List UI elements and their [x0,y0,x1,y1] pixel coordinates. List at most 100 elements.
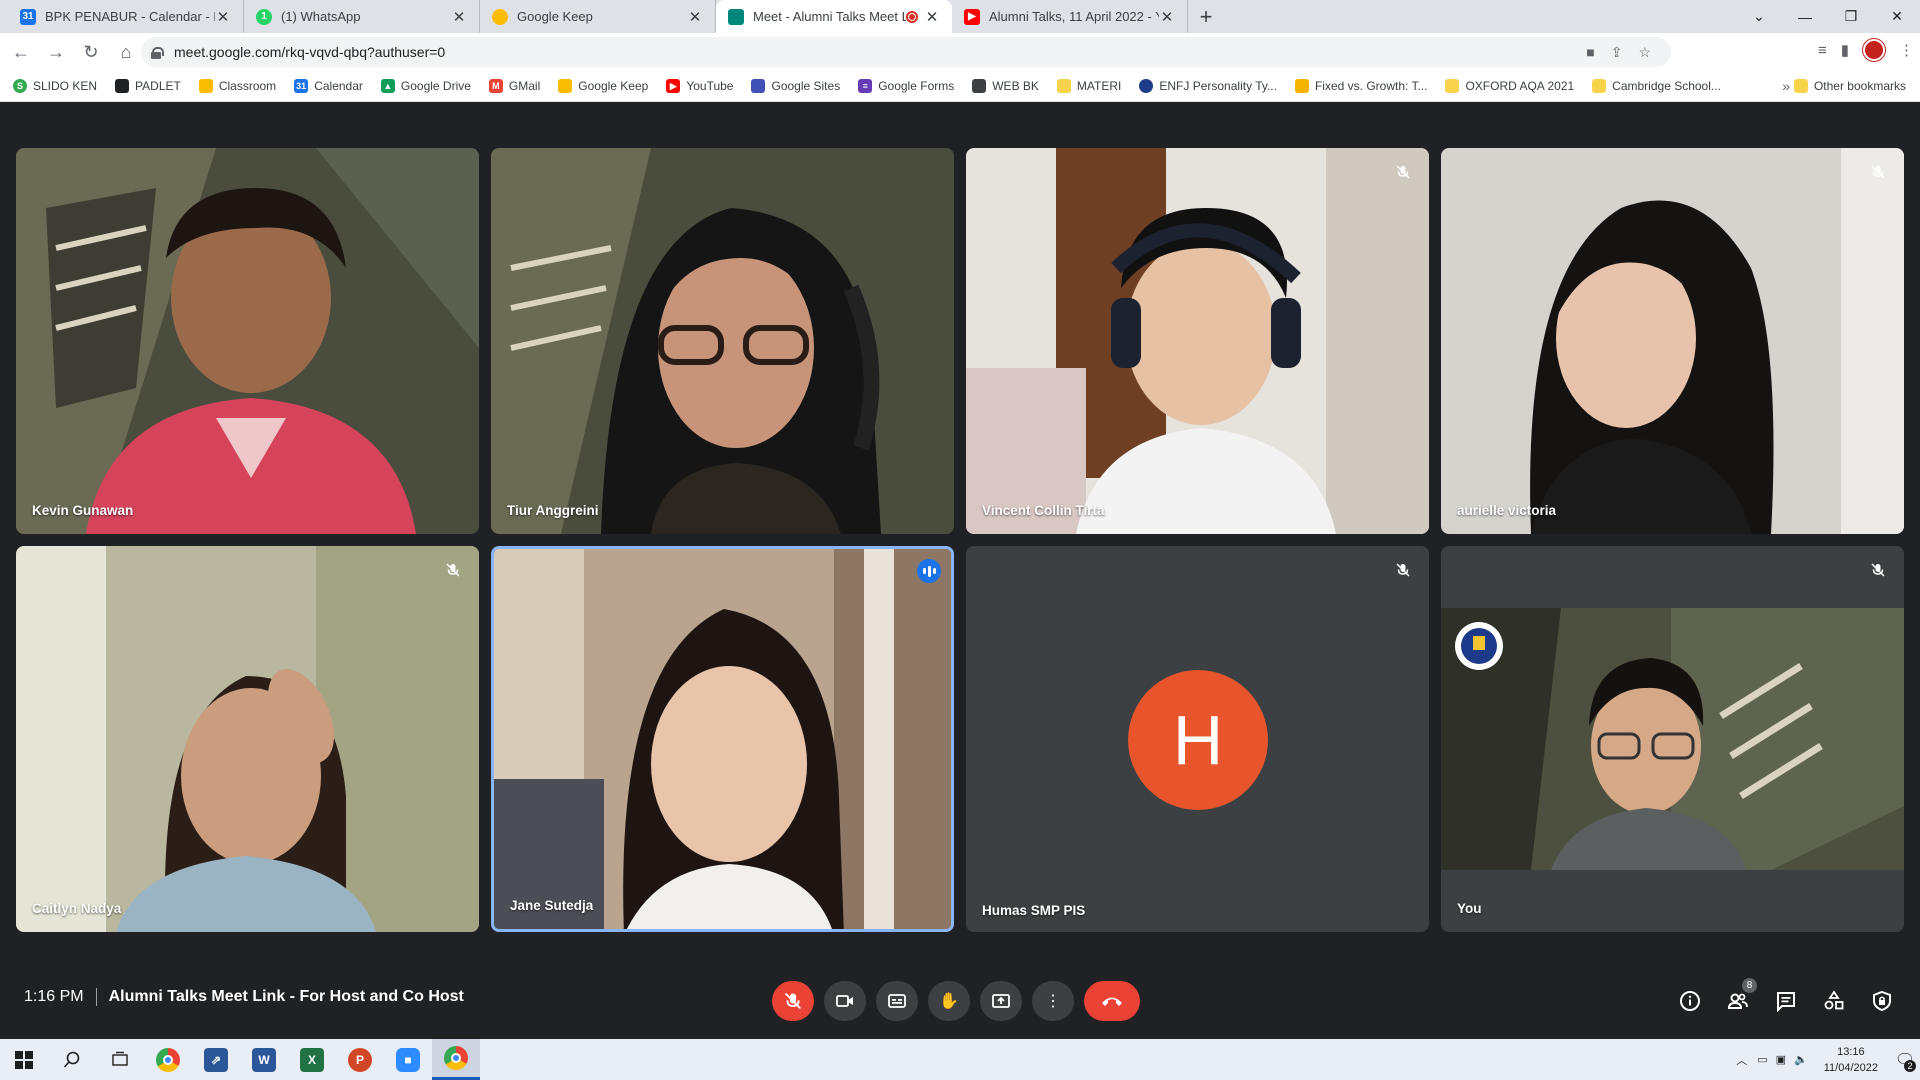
tab-youtube[interactable]: ▶ Alumni Talks, 11 April 2022 - YouTube … [952,0,1188,33]
video-feed [16,546,479,932]
reload-icon[interactable]: ↻ [77,38,105,66]
bookmark-gmail[interactable]: M GMail [488,79,540,93]
participant-name: aurielle victoria [1457,503,1557,518]
bookmark-calendar[interactable]: 31 Calendar [294,79,363,93]
close-tab-icon[interactable]: ✕ [924,8,940,26]
bookmark-materi[interactable]: MATERI [1056,79,1121,93]
tab-whatsapp[interactable]: 1 (1) WhatsApp ✕ [244,0,480,33]
leave-call-button[interactable] [1084,981,1140,1021]
forward-icon[interactable]: → [42,38,70,66]
bookmark-label: YouTube [686,79,734,93]
more-options-button[interactable]: ⋮ [1032,981,1074,1021]
gmail-icon: M [488,79,503,93]
microphone-toggle-button[interactable] [772,981,814,1021]
bookmark-label: ENFJ Personality Ty... [1159,79,1277,93]
chevron-up-icon[interactable]: ︿ [1736,1052,1747,1068]
activities-button[interactable] [1820,981,1848,1021]
bookmark-star-icon[interactable]: ☆ [1638,44,1651,61]
participant-tile[interactable]: Tiur Anggreini [491,148,954,534]
tab-calendar[interactable]: 31 BPK PENABUR - Calendar - Monday ✕ [8,0,244,33]
bookmark-youtube[interactable]: ▶ YouTube [666,79,733,93]
lock-icon [151,46,164,59]
bookmark-fixed-growth[interactable]: Fixed vs. Growth: T... [1294,79,1428,93]
bookmark-cambridge[interactable]: Cambridge School... [1592,79,1721,93]
taskbar-chrome[interactable] [144,1039,192,1080]
notifications-button[interactable]: 🗨 2 [1890,1039,1920,1080]
bookmark-google-drive[interactable]: ▲ Google Drive [380,79,471,93]
bookmark-google-keep[interactable]: Google Keep [558,79,648,93]
raise-hand-button[interactable]: ✋ [928,981,970,1021]
taskbar-chrome-active[interactable] [432,1039,480,1080]
bookmark-slido[interactable]: S SLIDO KEN [13,79,97,93]
bookmark-web-bk[interactable]: WEB BK [972,79,1039,93]
browser-menu-icon[interactable]: ⋮ [1899,41,1914,59]
divider [95,988,97,1006]
close-tab-icon[interactable]: ✕ [215,8,231,26]
people-button[interactable]: 8 [1724,977,1758,1021]
other-bookmarks[interactable]: Other bookmarks [1793,79,1906,93]
excel-icon: X [300,1047,324,1072]
taskbar-zoom[interactable]: ■ [384,1039,432,1080]
bookmark-oxford[interactable]: OXFORD AQA 2021 [1445,79,1574,93]
share-icon[interactable]: ⇪ [1611,44,1623,61]
task-view-button[interactable] [96,1039,144,1080]
more-bookmarks-button[interactable]: » [1782,78,1790,94]
bookmark-enfj[interactable]: ENFJ Personality Ty... [1139,79,1277,93]
home-icon[interactable]: ⌂ [112,38,140,66]
folder-icon [1793,79,1808,93]
captions-button[interactable] [876,981,918,1021]
bookmark-google-sites[interactable]: Google Sites [751,79,840,93]
participant-tile-self[interactable]: You [1441,546,1904,932]
close-tab-icon[interactable]: ✕ [687,8,703,26]
tab-google-keep[interactable]: Google Keep ✕ [480,0,716,33]
restore-icon[interactable]: ❐ [1828,0,1874,33]
zoom-icon: ■ [396,1047,420,1072]
windows-logo-icon [15,1050,33,1069]
chat-button[interactable] [1772,981,1800,1021]
slido-icon: S [13,79,27,93]
minimize-icon[interactable]: — [1782,0,1828,33]
participant-tile[interactable]: Kevin Gunawan [16,148,479,534]
close-window-icon[interactable]: ✕ [1874,0,1920,33]
chrome-icon [444,1046,468,1070]
battery-icon[interactable]: ▭ [1757,1053,1767,1066]
bookmark-classroom[interactable]: Classroom [198,79,276,93]
info-icon [1680,991,1700,1011]
side-panel-icon[interactable]: ▮ [1841,41,1849,59]
videocam-icon [836,995,853,1007]
close-tab-icon[interactable]: ✕ [1159,8,1175,26]
address-bar[interactable]: meet.google.com/rkq-vqvd-qbq?authuser=0 … [141,37,1671,67]
profile-avatar[interactable] [1863,39,1885,61]
tab-google-meet[interactable]: Meet - Alumni Talks Meet Link ✕ [716,0,952,33]
participant-tile[interactable]: Caitlyn Nadya [16,546,479,932]
search-button[interactable] [48,1039,96,1080]
globe-icon [1139,79,1154,93]
participant-tile-speaking[interactable]: Jane Sutedja [491,546,954,932]
camera-toggle-button[interactable] [824,981,866,1021]
taskbar-excel[interactable]: X [288,1039,336,1080]
taskbar-powerpoint[interactable]: P [336,1039,384,1080]
tab-search-icon[interactable]: ⌄ [1736,0,1782,33]
camera-in-use-icon[interactable]: ■ [1586,44,1594,61]
participant-tile[interactable]: aurielle victoria [1441,148,1904,534]
clock[interactable]: 13:16 11/04/2022 [1824,1044,1878,1076]
bookmark-google-forms[interactable]: ≡ Google Forms [858,79,954,93]
meeting-details-button[interactable] [1676,981,1704,1021]
youtube-icon: ▶ [964,8,980,25]
participant-tile[interactable]: Vincent Collin Tirta [966,148,1429,534]
bookmark-padlet[interactable]: PADLET [115,79,181,93]
present-screen-button[interactable] [980,981,1022,1021]
taskbar-word[interactable]: W [240,1039,288,1080]
participant-tile[interactable]: H Humas SMP PIS [966,546,1429,932]
volume-icon[interactable]: 🔈 [1794,1053,1808,1066]
tab-title: Google Keep [517,9,593,24]
host-controls-button[interactable] [1868,981,1896,1021]
close-tab-icon[interactable]: ✕ [451,8,467,26]
reading-list-icon[interactable]: ≡ [1818,42,1827,59]
taskbar-app-blue[interactable]: ⇗ [192,1039,240,1080]
back-icon[interactable]: ← [7,38,35,66]
start-button[interactable] [0,1039,48,1080]
network-icon[interactable]: ▣ [1776,1053,1786,1066]
new-tab-button[interactable]: + [1188,0,1224,33]
bookmark-label: Fixed vs. Growth: T... [1314,79,1428,93]
